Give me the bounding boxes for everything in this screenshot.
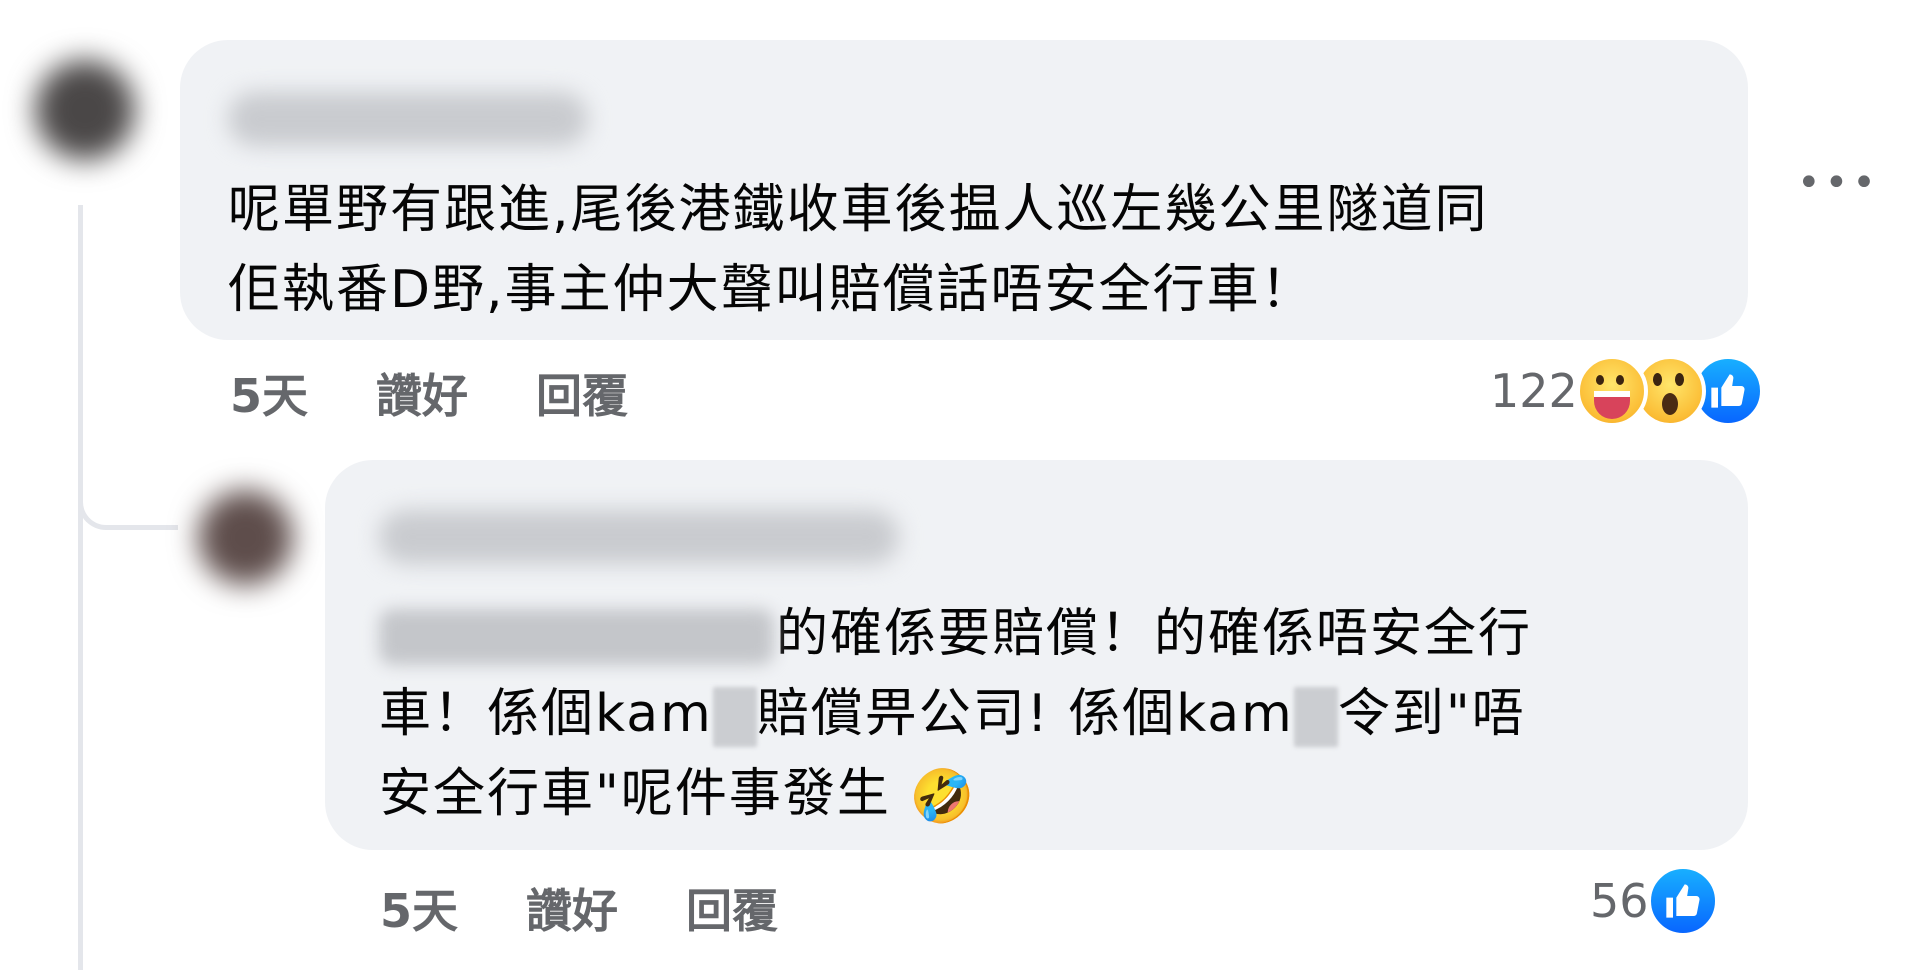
reaction-count: 122: [1490, 364, 1578, 418]
reaction-summary[interactable]: 56: [1590, 865, 1719, 937]
comment-bubble: 呢單野有跟進,尾後港鐵收車後揾人巡左幾公里隧道同 佢執番D野,事主仲大聲叫賠償話…: [180, 40, 1748, 340]
comment-text: 呢單野有跟進,尾後港鐵收車後揾人巡左幾公里隧道同 佢執番D野,事主仲大聲叫賠償話…: [228, 180, 1489, 320]
reply-timestamp[interactable]: 5天: [380, 875, 458, 941]
censored-word-blur: [1293, 687, 1338, 747]
commenter-name-blurred[interactable]: [228, 92, 588, 146]
mention-tag-blurred[interactable]: [379, 609, 774, 665]
reply-bubble: 的確係要賠償！的確係唔安全行 車！係個kam 賠償畀公司! 係個kam 令到"唔 安…: [325, 460, 1748, 850]
like-button[interactable]: 讚好: [526, 875, 618, 941]
more-options-icon[interactable]: •••: [1797, 160, 1880, 206]
reaction-count: 56: [1590, 874, 1649, 928]
comment-actions: 5天 讚好 回覆: [230, 360, 696, 426]
avatar[interactable]: [198, 490, 293, 585]
replier-name-blurred[interactable]: [379, 510, 899, 564]
avatar[interactable]: [35, 60, 135, 160]
rolling-laughing-emoji: 🤣: [909, 767, 977, 827]
haha-icon: [1575, 355, 1648, 427]
reply-button[interactable]: 回覆: [686, 875, 778, 941]
like-icon: [1646, 865, 1719, 937]
like-button[interactable]: 讚好: [376, 360, 468, 426]
thread-reply-connector: [78, 400, 178, 530]
censored-word-blur: [712, 687, 757, 747]
reply-button[interactable]: 回覆: [536, 360, 628, 426]
thread-connector-line: [78, 205, 83, 970]
comment-timestamp[interactable]: 5天: [230, 360, 308, 426]
reaction-summary[interactable]: 122: [1490, 355, 1764, 427]
reply-actions: 5天 讚好 回覆: [380, 875, 846, 941]
reply-text: 的確係要賠償！的確係唔安全行 車！係個kam 賠償畀公司! 係個kam 令到"唔 安…: [379, 604, 1533, 827]
